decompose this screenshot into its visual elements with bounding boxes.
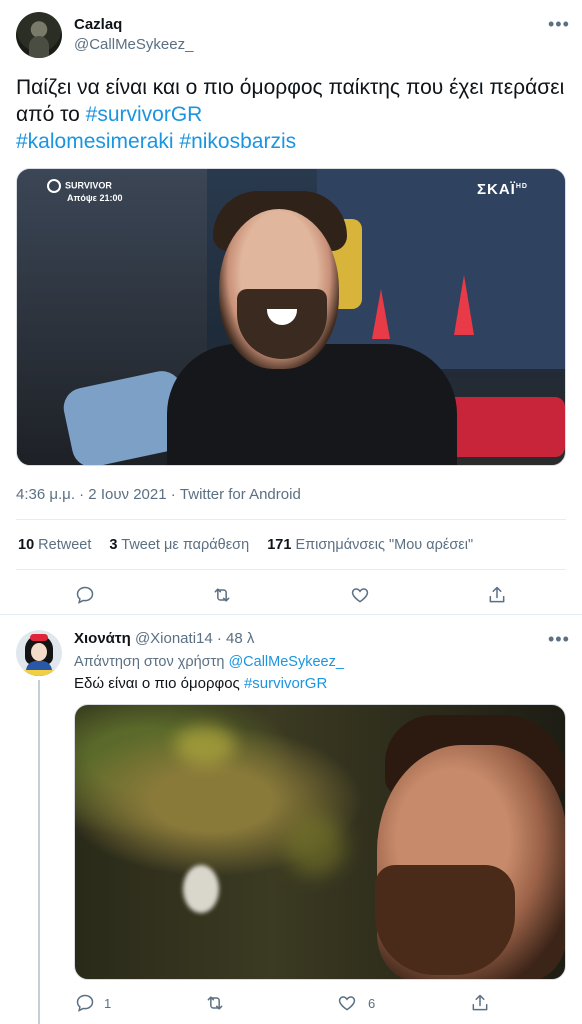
tweet-stats: 10 Retweet 3 Tweet με παράθεση 171 Επιση… <box>18 537 487 553</box>
quotes-stat[interactable]: 3 Tweet με παράθεση <box>109 537 249 553</box>
section-divider <box>0 614 582 615</box>
channel-dot-icon <box>47 179 61 193</box>
quotes-label: Tweet με παράθεση <box>121 537 250 553</box>
tweet-text: Παίζει να είναι και ο πιο όμορφος παίκτη… <box>16 74 566 155</box>
photo-detail <box>175 725 235 765</box>
reply-icon[interactable] <box>75 993 95 1013</box>
retweets-stat[interactable]: 10 Retweet <box>18 537 91 553</box>
retweet-icon[interactable] <box>205 993 225 1013</box>
avatar-detail <box>30 634 48 641</box>
avatar[interactable] <box>16 630 62 676</box>
retweets-label: Retweet <box>38 537 92 553</box>
photo-detail <box>167 344 457 465</box>
more-options-icon[interactable]: ••• <box>548 14 570 35</box>
hashtag-link[interactable]: #kalomesimeraki <box>16 130 174 153</box>
retweets-count: 10 <box>18 537 35 553</box>
logo-subtext: Απόψε 21:00 <box>67 193 123 203</box>
thread-line <box>38 680 40 1024</box>
tweet-actions <box>0 580 582 610</box>
reply-count: 1 <box>104 996 112 1011</box>
reply-context: Απάντηση στον χρήστη @CallMeSykeez_ <box>74 654 344 670</box>
tweet-photo[interactable] <box>74 704 566 980</box>
likes-count: 171 <box>267 537 292 553</box>
channel-hd: HD <box>515 183 528 190</box>
avatar-detail <box>31 643 47 661</box>
hashtag-link[interactable]: #nikosbarzis <box>179 130 296 153</box>
like-icon[interactable] <box>337 993 357 1013</box>
logo-text: SURVIVOR <box>65 180 112 191</box>
divider <box>16 519 566 520</box>
divider <box>16 569 566 570</box>
tweet-photo[interactable]: SURVIVOR Απόψε 21:00 ΣΚΑΪHD <box>16 168 566 466</box>
channel-logo: ΣΚΑΪHD <box>477 181 528 198</box>
reply-prefix: Απάντηση στον χρήστη <box>74 654 225 670</box>
reply-icon[interactable] <box>75 585 95 605</box>
tweet-actions <box>0 988 582 1018</box>
photo-detail <box>372 289 390 339</box>
survivor-logo: SURVIVOR Απόψε 21:00 <box>47 179 122 203</box>
mention-link[interactable]: @CallMeSykeez_ <box>228 654 343 670</box>
photo-detail <box>445 397 565 457</box>
photo-detail <box>285 815 345 875</box>
display-name[interactable]: Χιονάτη <box>74 630 131 647</box>
user-handle[interactable]: @CallMeSykeez_ <box>74 36 193 53</box>
photo-detail <box>183 865 219 913</box>
reply-header: Χιονάτη @Xionati14 · 48 λ <box>74 630 254 647</box>
like-count: 6 <box>368 996 376 1011</box>
retweet-icon[interactable] <box>212 585 232 605</box>
likes-stat[interactable]: 171 Επισημάνσεις "Μου αρέσει" <box>267 537 473 553</box>
photo-detail <box>454 275 474 335</box>
photo-detail <box>375 865 515 975</box>
hashtag-link[interactable]: #survivorGR <box>86 103 203 126</box>
like-icon[interactable] <box>350 585 370 605</box>
tweet-text-body: Εδώ είναι ο πιο όμορφος <box>74 675 244 692</box>
likes-label: Επισημάνσεις "Μου αρέσει" <box>295 537 474 553</box>
share-icon[interactable] <box>470 993 490 1013</box>
hashtag-link[interactable]: #survivorGR <box>244 675 327 692</box>
avatar-detail <box>22 670 56 676</box>
user-handle[interactable]: @Xionati14 <box>135 630 213 647</box>
avatar[interactable] <box>16 12 62 58</box>
channel-name: ΣΚΑΪ <box>477 181 516 198</box>
display-name[interactable]: Cazlaq <box>74 16 122 33</box>
reply-time[interactable]: · 48 λ <box>217 630 255 647</box>
tweet-text: Εδώ είναι ο πιο όμορφος #survivorGR <box>74 675 327 692</box>
quotes-count: 3 <box>109 537 118 553</box>
more-options-icon[interactable]: ••• <box>548 629 570 650</box>
share-icon[interactable] <box>487 585 507 605</box>
tweet-timestamp[interactable]: 4:36 μ.μ. · 2 Ιουν 2021 · Twitter for An… <box>16 486 301 503</box>
